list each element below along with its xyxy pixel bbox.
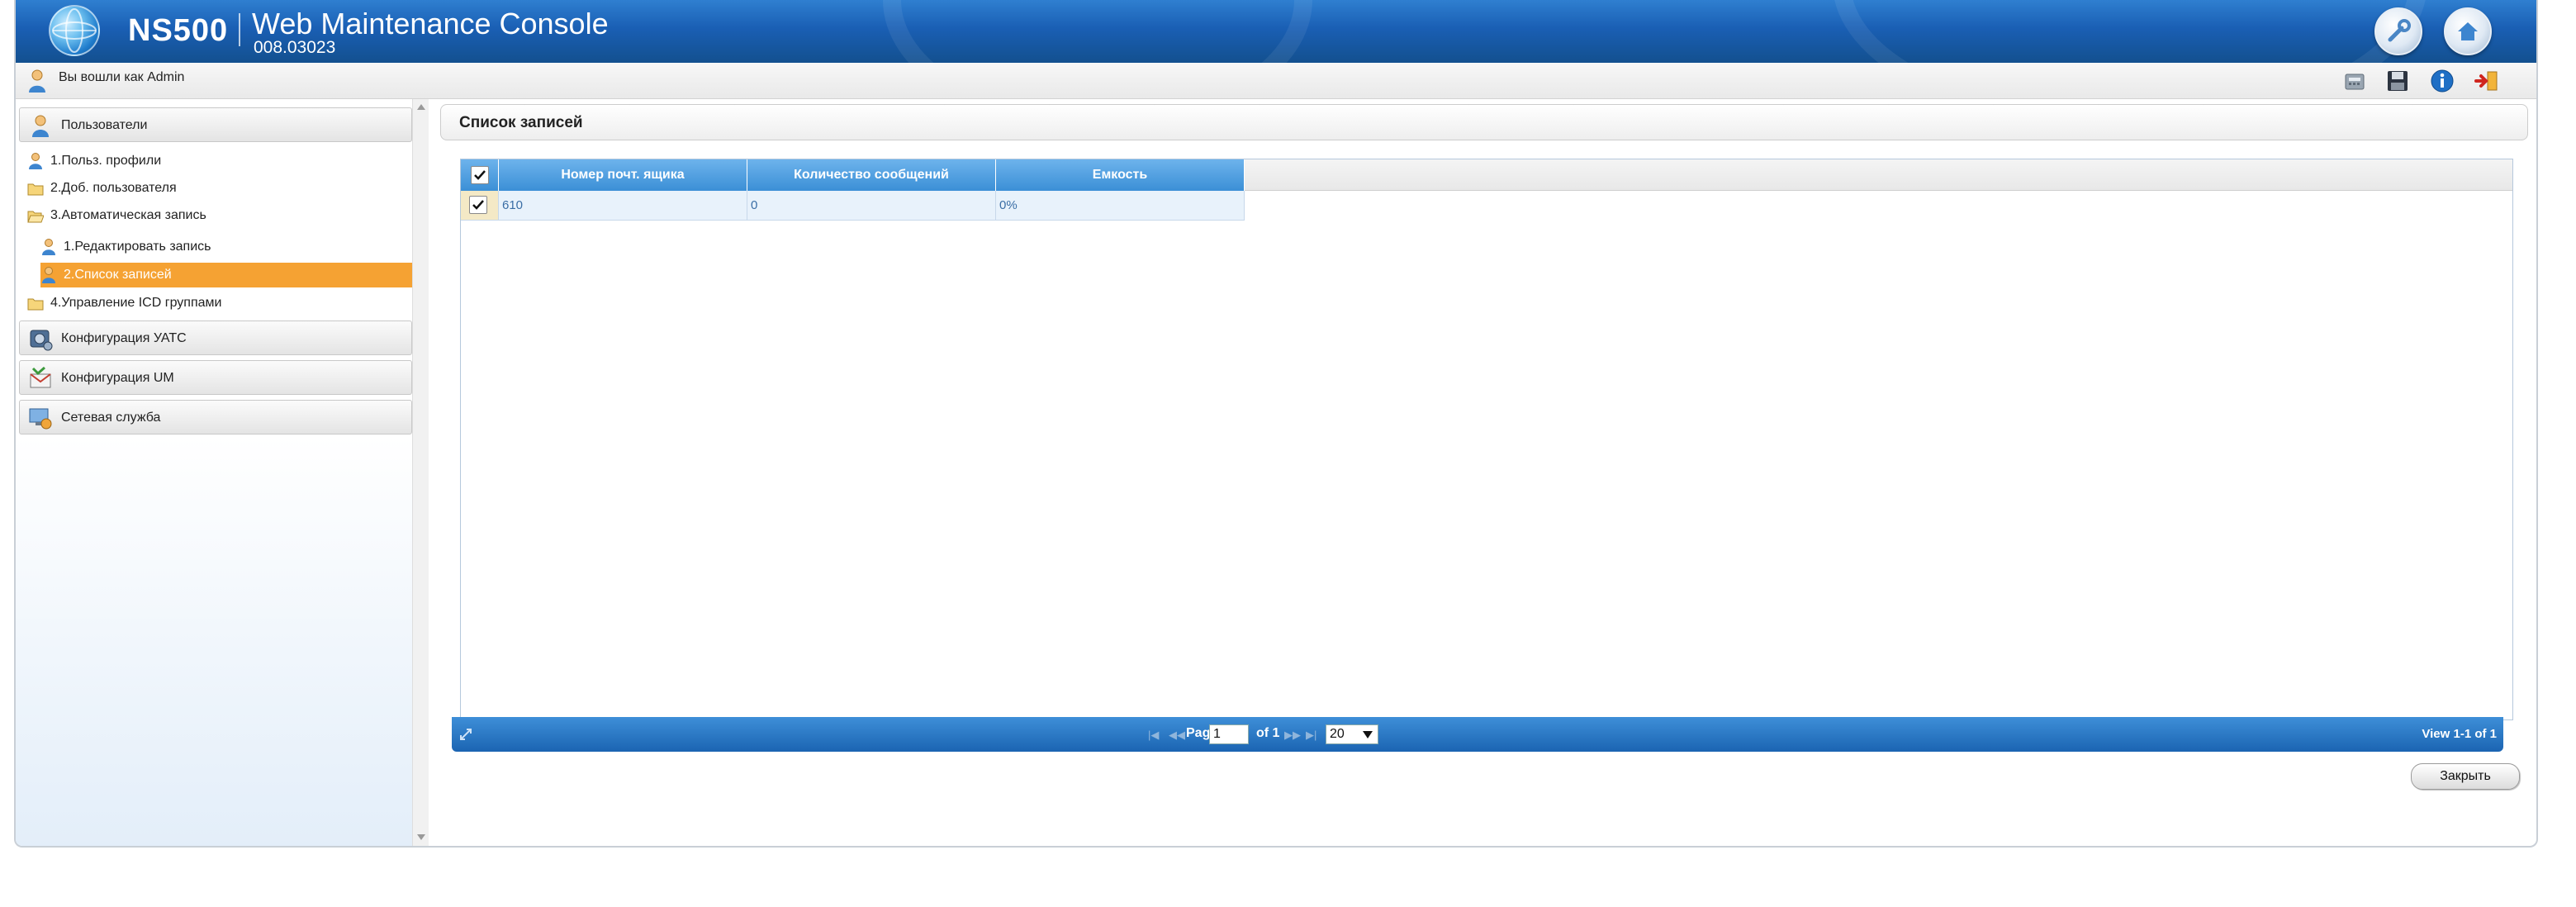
table-cell-mailbox[interactable]: 610 <box>499 191 747 221</box>
accordion-label: Конфигурация UM <box>61 371 174 385</box>
view-range-label: View 1-1 of 1 <box>2422 727 2497 741</box>
sidebar-item-label: 2.Доб. пользователя <box>50 181 177 195</box>
info-icon[interactable] <box>2429 68 2455 94</box>
sidebar-item-label: 2.Список записей <box>64 268 172 282</box>
home-icon <box>2458 22 2478 40</box>
console-frame: NS500 Web Maintenance Console 008.03023 <box>14 0 2538 848</box>
page-number-input[interactable] <box>1209 724 1249 744</box>
first-page-icon[interactable]: |◀ <box>1148 729 1159 742</box>
folder-icon <box>27 183 44 196</box>
user-icon <box>29 153 42 169</box>
header-banner: NS500 Web Maintenance Console 008.03023 <box>16 0 2536 63</box>
page-size-select[interactable]: 20 <box>1326 724 1378 744</box>
accordion-users[interactable]: Пользователи <box>19 107 412 142</box>
sidebar-item-label: 4.Управление ICD группами <box>50 296 222 310</box>
accordion-label: Конфигурация УАТС <box>61 331 187 345</box>
header-divider <box>239 13 240 46</box>
sidebar-item-add-user[interactable]: 2.Доб. пользователя <box>27 176 412 201</box>
network-service-icon <box>29 408 52 430</box>
logout-icon[interactable] <box>2474 68 2500 94</box>
user-icon <box>29 69 45 93</box>
wrench-icon <box>2388 19 2411 42</box>
table-cell-message-count[interactable]: 0 <box>747 191 996 221</box>
chevron-down-icon <box>1363 731 1373 738</box>
phone-icon[interactable] <box>2341 68 2368 94</box>
logged-in-label: Вы вошли как Admin <box>59 70 185 84</box>
sidebar: Пользователи 1.Польз. профили 2.Доб. пол… <box>16 99 412 846</box>
column-header-capacity[interactable]: Емкость <box>996 159 1245 191</box>
select-all-checkbox[interactable] <box>471 166 489 184</box>
accordion-label: Сетевая служба <box>61 411 161 425</box>
accordion-label: Пользователи <box>61 118 148 132</box>
sidebar-item-label: 3.Автоматическая запись <box>50 208 206 222</box>
user-bar: Вы вошли как Admin <box>16 63 2536 99</box>
folder-open-icon <box>27 211 44 223</box>
maintenance-button[interactable] <box>2374 7 2422 55</box>
scroll-up-icon[interactable] <box>417 104 425 110</box>
page-title: Список записей <box>459 114 583 131</box>
table-pager: |◀ ◀◀ Page of 1 ▶▶ ▶| 20 View 1-1 of 1 <box>452 717 2503 752</box>
scroll-down-icon[interactable] <box>417 834 425 840</box>
sidebar-item-auto-record[interactable]: 3.Автоматическая запись <box>27 203 412 228</box>
console-title: Web Maintenance Console <box>252 7 609 40</box>
last-page-icon[interactable]: ▶| <box>1306 729 1316 742</box>
row-select-cell <box>461 191 499 221</box>
user-icon <box>42 267 55 283</box>
sidebar-item-user-profiles[interactable]: 1.Польз. профили <box>27 149 412 173</box>
check-icon <box>472 200 484 210</box>
globe-logo-icon <box>49 5 100 56</box>
users-icon <box>32 115 49 137</box>
page-count-label: of 1 <box>1256 726 1280 740</box>
console-version: 008.03023 <box>254 38 336 57</box>
check-icon <box>474 170 486 180</box>
table-cell-capacity[interactable]: 0% <box>996 191 1245 221</box>
prev-page-icon[interactable]: ◀◀ <box>1169 729 1185 742</box>
column-header-mailbox[interactable]: Номер почт. ящика <box>499 159 747 191</box>
product-name: NS500 <box>128 13 229 48</box>
folder-icon <box>27 298 44 311</box>
home-button[interactable] <box>2444 7 2492 55</box>
close-button[interactable]: Закрыть <box>2411 763 2520 790</box>
um-config-icon <box>30 366 51 388</box>
header-decoration <box>883 0 1312 63</box>
accordion-network-service[interactable]: Сетевая служба <box>19 400 412 435</box>
accordion-pbx-config[interactable]: Конфигурация УАТС <box>19 321 412 355</box>
save-icon[interactable] <box>2384 68 2411 94</box>
row-checkbox[interactable] <box>469 196 487 214</box>
table-header: Номер почт. ящика Количество сообщений Е… <box>461 159 2512 191</box>
sidebar-item-icd-groups[interactable]: 4.Управление ICD группами <box>27 291 412 316</box>
resize-icon[interactable] <box>458 727 473 742</box>
accordion-um-config[interactable]: Конфигурация UM <box>19 360 412 395</box>
user-icon <box>42 239 55 255</box>
sidebar-item-label: 1.Польз. профили <box>50 154 162 168</box>
sidebar-item-record-list[interactable]: 2.Список записей <box>40 263 412 287</box>
pbx-config-icon <box>30 330 53 351</box>
sidebar-item-label: 1.Редактировать запись <box>64 240 211 254</box>
records-table: Номер почт. ящика Количество сообщений Е… <box>460 159 2513 720</box>
column-header-message-count[interactable]: Количество сообщений <box>747 159 996 191</box>
header-decoration <box>1833 0 2427 63</box>
sidebar-item-edit-record[interactable]: 1.Редактировать запись <box>40 235 412 259</box>
main-title-bar: Список записей <box>440 104 2528 140</box>
page-size-value: 20 <box>1330 727 1345 741</box>
sidebar-scrollbar[interactable] <box>412 99 429 846</box>
app-window: NS500 Web Maintenance Console 008.03023 <box>0 0 2576 907</box>
next-page-icon[interactable]: ▶▶ <box>1284 729 1301 742</box>
select-all-header <box>461 159 499 191</box>
